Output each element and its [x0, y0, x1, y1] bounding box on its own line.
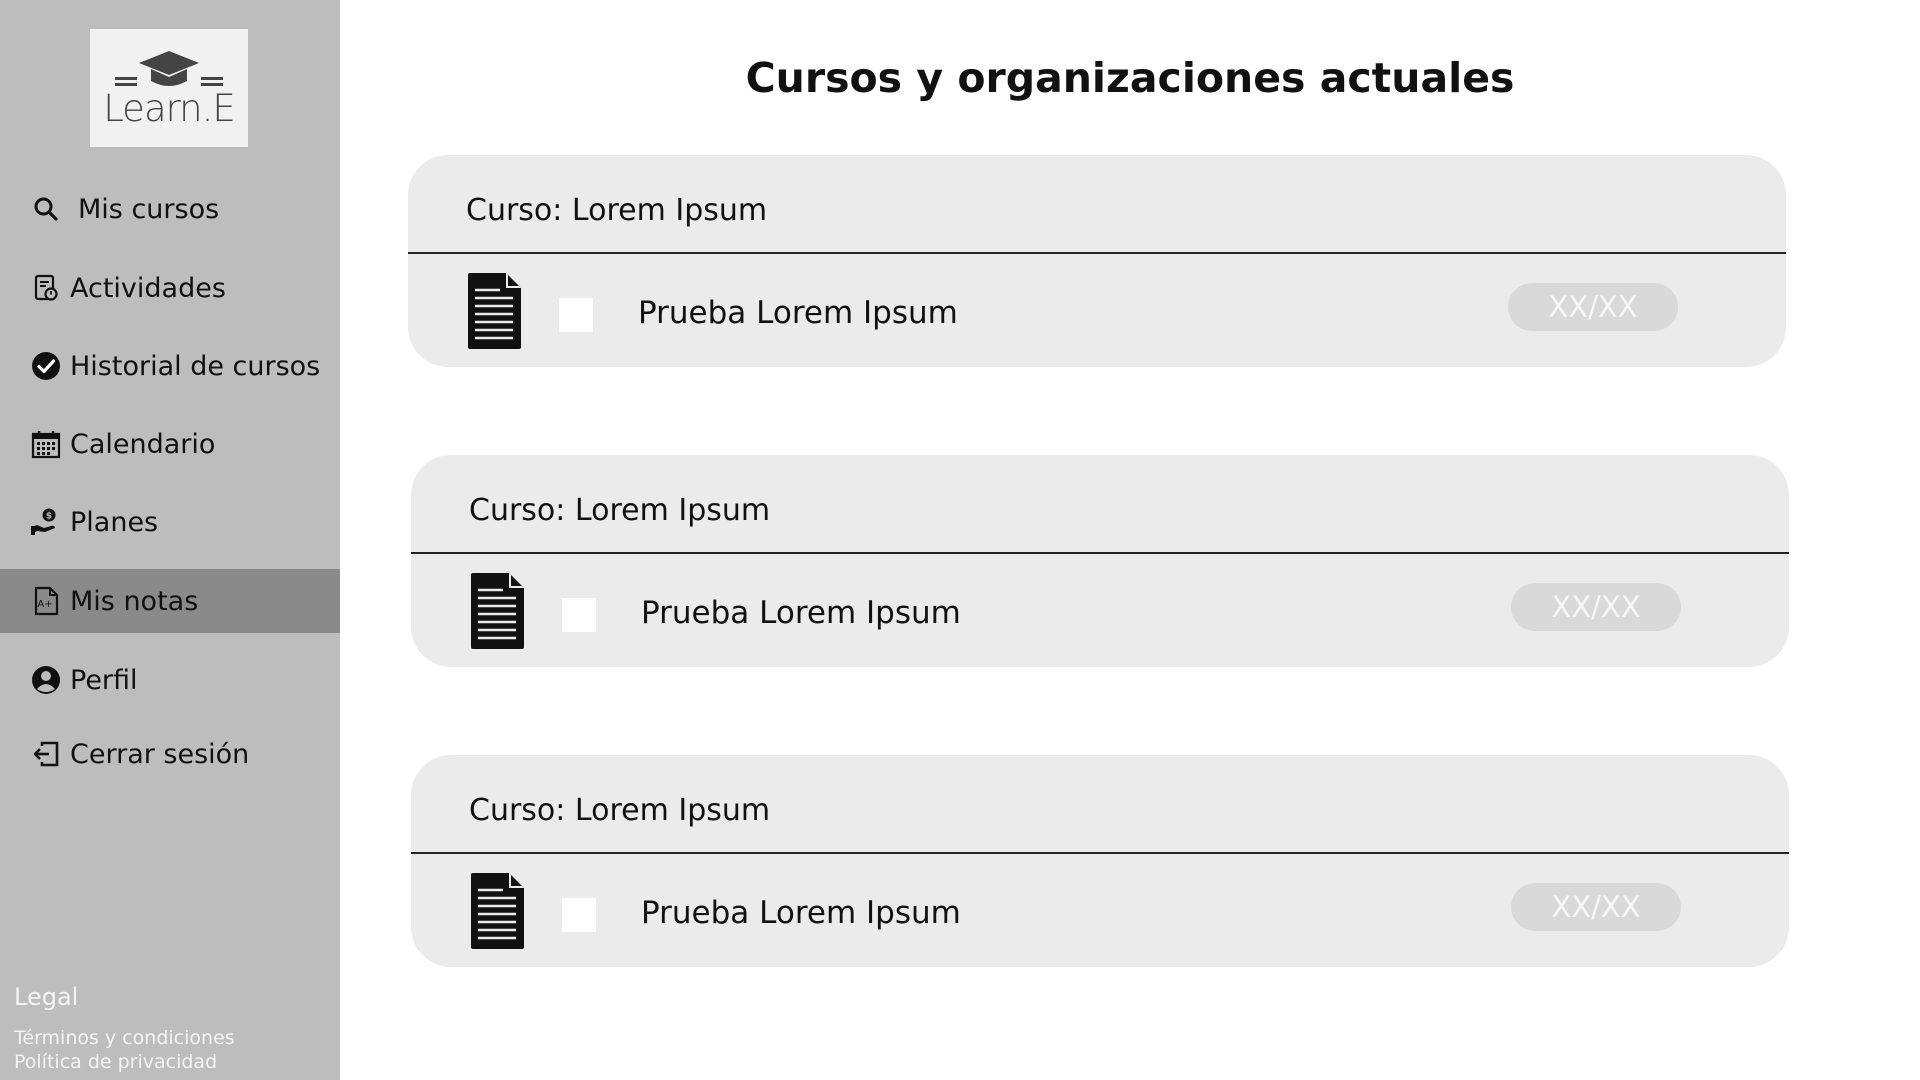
sidebar-item-label: Historial de cursos [70, 350, 321, 382]
sidebar-item-mis-cursos[interactable]: Mis cursos [0, 177, 340, 241]
test-item-label[interactable]: Prueba Lorem Ipsum [638, 295, 958, 331]
course-card: Curso: Lorem Ipsum Prueba Lorem Ipsum XX… [408, 155, 1786, 367]
sidebar-item-label: Calendario [70, 428, 216, 460]
sidebar-item-calendario[interactable]: Calendario [0, 412, 340, 476]
divider [408, 252, 1786, 254]
sidebar-item-perfil[interactable]: Perfil [0, 648, 340, 712]
divider [411, 852, 1789, 854]
sidebar-item-label: Planes [70, 506, 159, 538]
sidebar-item-label: Mis notas [70, 585, 199, 617]
hand-money-icon: $ [30, 506, 62, 538]
document-icon [471, 873, 524, 949]
course-title: Curso: Lorem Ipsum [469, 493, 771, 528]
user-circle-icon [30, 664, 62, 696]
logo[interactable]: Learn.E [90, 29, 248, 147]
sidebar-item-label: Actividades [70, 272, 226, 304]
sidebar-item-actividades[interactable]: Actividades [0, 256, 340, 320]
calendar-icon [30, 428, 62, 460]
sidebar-item-planes[interactable]: $ Planes [0, 490, 340, 554]
course-card: Curso: Lorem Ipsum Prueba Lorem Ipsum XX… [411, 755, 1789, 967]
sidebar: Learn.E Mis cursos Actividades Historial… [0, 0, 340, 1080]
course-title: Curso: Lorem Ipsum [466, 193, 768, 228]
test-item-label[interactable]: Prueba Lorem Ipsum [641, 595, 961, 631]
sidebar-item-label: Cerrar sesión [70, 738, 250, 770]
app: Learn.E Mis cursos Actividades Historial… [0, 0, 1920, 1080]
grade-badge: XX/XX [1511, 583, 1681, 631]
privacy-link[interactable]: Política de privacidad [14, 1051, 217, 1073]
grade-badge: XX/XX [1511, 883, 1681, 931]
course-card: Curso: Lorem Ipsum Prueba Lorem Ipsum XX… [411, 455, 1789, 667]
svg-text:A+: A+ [37, 599, 52, 610]
sidebar-item-label: Mis cursos [78, 193, 220, 225]
document-icon [468, 273, 521, 349]
test-item-label[interactable]: Prueba Lorem Ipsum [641, 895, 961, 931]
sidebar-item-mis-notas[interactable]: A+ Mis notas [0, 569, 340, 633]
sidebar-item-cerrar-sesion[interactable]: Cerrar sesión [0, 722, 340, 786]
sidebar-item-historial[interactable]: Historial de cursos [0, 334, 340, 398]
item-checkbox[interactable] [562, 898, 596, 932]
grade-badge: XX/XX [1508, 283, 1678, 331]
logout-icon [30, 738, 62, 770]
search-icon [30, 193, 62, 225]
svg-text:$: $ [46, 512, 52, 522]
grade-document-icon: A+ [30, 585, 62, 617]
sidebar-item-label: Perfil [70, 664, 138, 696]
course-title: Curso: Lorem Ipsum [469, 793, 771, 828]
divider [411, 552, 1789, 554]
item-checkbox[interactable] [562, 598, 596, 632]
item-checkbox[interactable] [559, 298, 593, 332]
check-circle-icon [30, 350, 62, 382]
document-icon [471, 573, 524, 649]
activities-icon [30, 272, 62, 304]
terms-link[interactable]: Términos y condiciones [14, 1027, 235, 1049]
page-title: Cursos y organizaciones actuales [745, 54, 1515, 102]
legal-heading: Legal [14, 983, 79, 1011]
logo-text: Learn.E [103, 86, 236, 130]
